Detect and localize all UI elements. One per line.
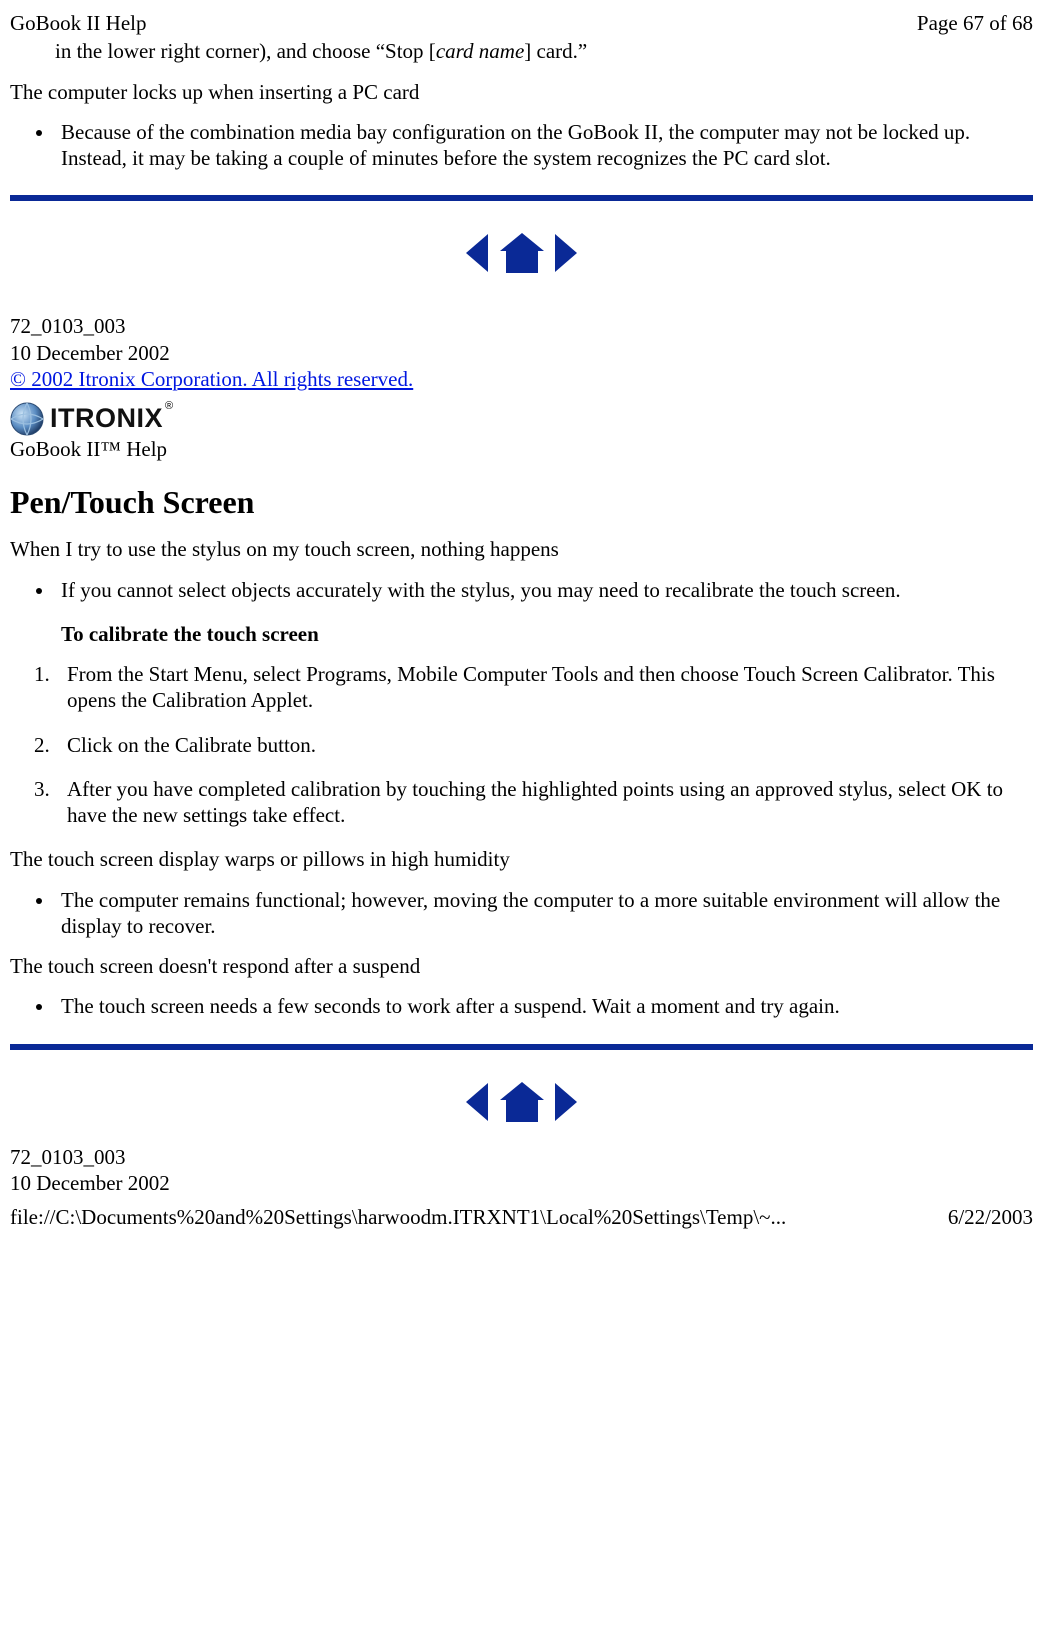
nav-next-button[interactable] <box>555 1083 577 1121</box>
fragment-text-italic: card name <box>436 39 524 63</box>
symptom-text: The touch screen doesn't respond after a… <box>10 953 1033 979</box>
list-item: Because of the combination media bay con… <box>55 119 1033 172</box>
list-item: The touch screen needs a few seconds to … <box>55 993 1033 1019</box>
copyright-link[interactable]: © 2002 Itronix Corporation. All rights r… <box>10 367 413 391</box>
header-title: GoBook II Help <box>10 10 146 36</box>
brand-name: ITRONIX <box>50 402 163 436</box>
triangle-left-icon <box>466 1083 488 1121</box>
header-page-info: Page 67 of 68 <box>917 10 1033 36</box>
symptom-text: The computer locks up when inserting a P… <box>10 79 1033 105</box>
triangle-right-icon <box>555 1083 577 1121</box>
doc-number: 72_0103_003 <box>10 313 1033 339</box>
section-title: Pen/Touch Screen <box>10 482 1033 522</box>
nav-prev-button[interactable] <box>466 234 488 272</box>
list-item: If you cannot select objects accurately … <box>55 577 1033 648</box>
brand-logo: ITRONIX ® <box>10 402 173 436</box>
divider <box>10 1044 1033 1050</box>
home-icon <box>500 233 544 273</box>
doc-date: 10 December 2002 <box>10 1170 1033 1196</box>
footer-path: file://C:\Documents%20and%20Settings\har… <box>10 1204 786 1230</box>
list-item: The computer remains functional; however… <box>55 887 1033 940</box>
triangle-left-icon <box>466 234 488 272</box>
nav-next-button[interactable] <box>555 234 577 272</box>
triangle-right-icon <box>555 234 577 272</box>
calibrate-heading: To calibrate the touch screen <box>61 621 1033 647</box>
registered-icon: ® <box>165 400 173 414</box>
nav-prev-button[interactable] <box>466 1083 488 1121</box>
step-item: Click on the Calibrate button. <box>55 732 1033 758</box>
fragment-text-suffix: ] card.” <box>524 39 587 63</box>
nav-home-button[interactable] <box>500 1082 544 1122</box>
nav-home-button[interactable] <box>500 233 544 273</box>
symptom-text: The touch screen display warps or pillow… <box>10 846 1033 872</box>
divider <box>10 195 1033 201</box>
step-item: From the Start Menu, select Programs, Mo… <box>55 661 1033 714</box>
doc-date: 10 December 2002 <box>10 340 1033 366</box>
list-item-text: If you cannot select objects accurately … <box>61 578 901 602</box>
symptom-text: When I try to use the stylus on my touch… <box>10 536 1033 562</box>
help-section-label: GoBook II™ Help <box>10 436 173 462</box>
globe-icon <box>10 402 44 436</box>
doc-number: 72_0103_003 <box>10 1144 1033 1170</box>
fragment-text-prefix: in the lower right corner), and choose “… <box>55 39 436 63</box>
home-icon <box>500 1082 544 1122</box>
footer-date: 6/22/2003 <box>948 1204 1033 1230</box>
step-item: After you have completed calibration by … <box>55 776 1033 829</box>
